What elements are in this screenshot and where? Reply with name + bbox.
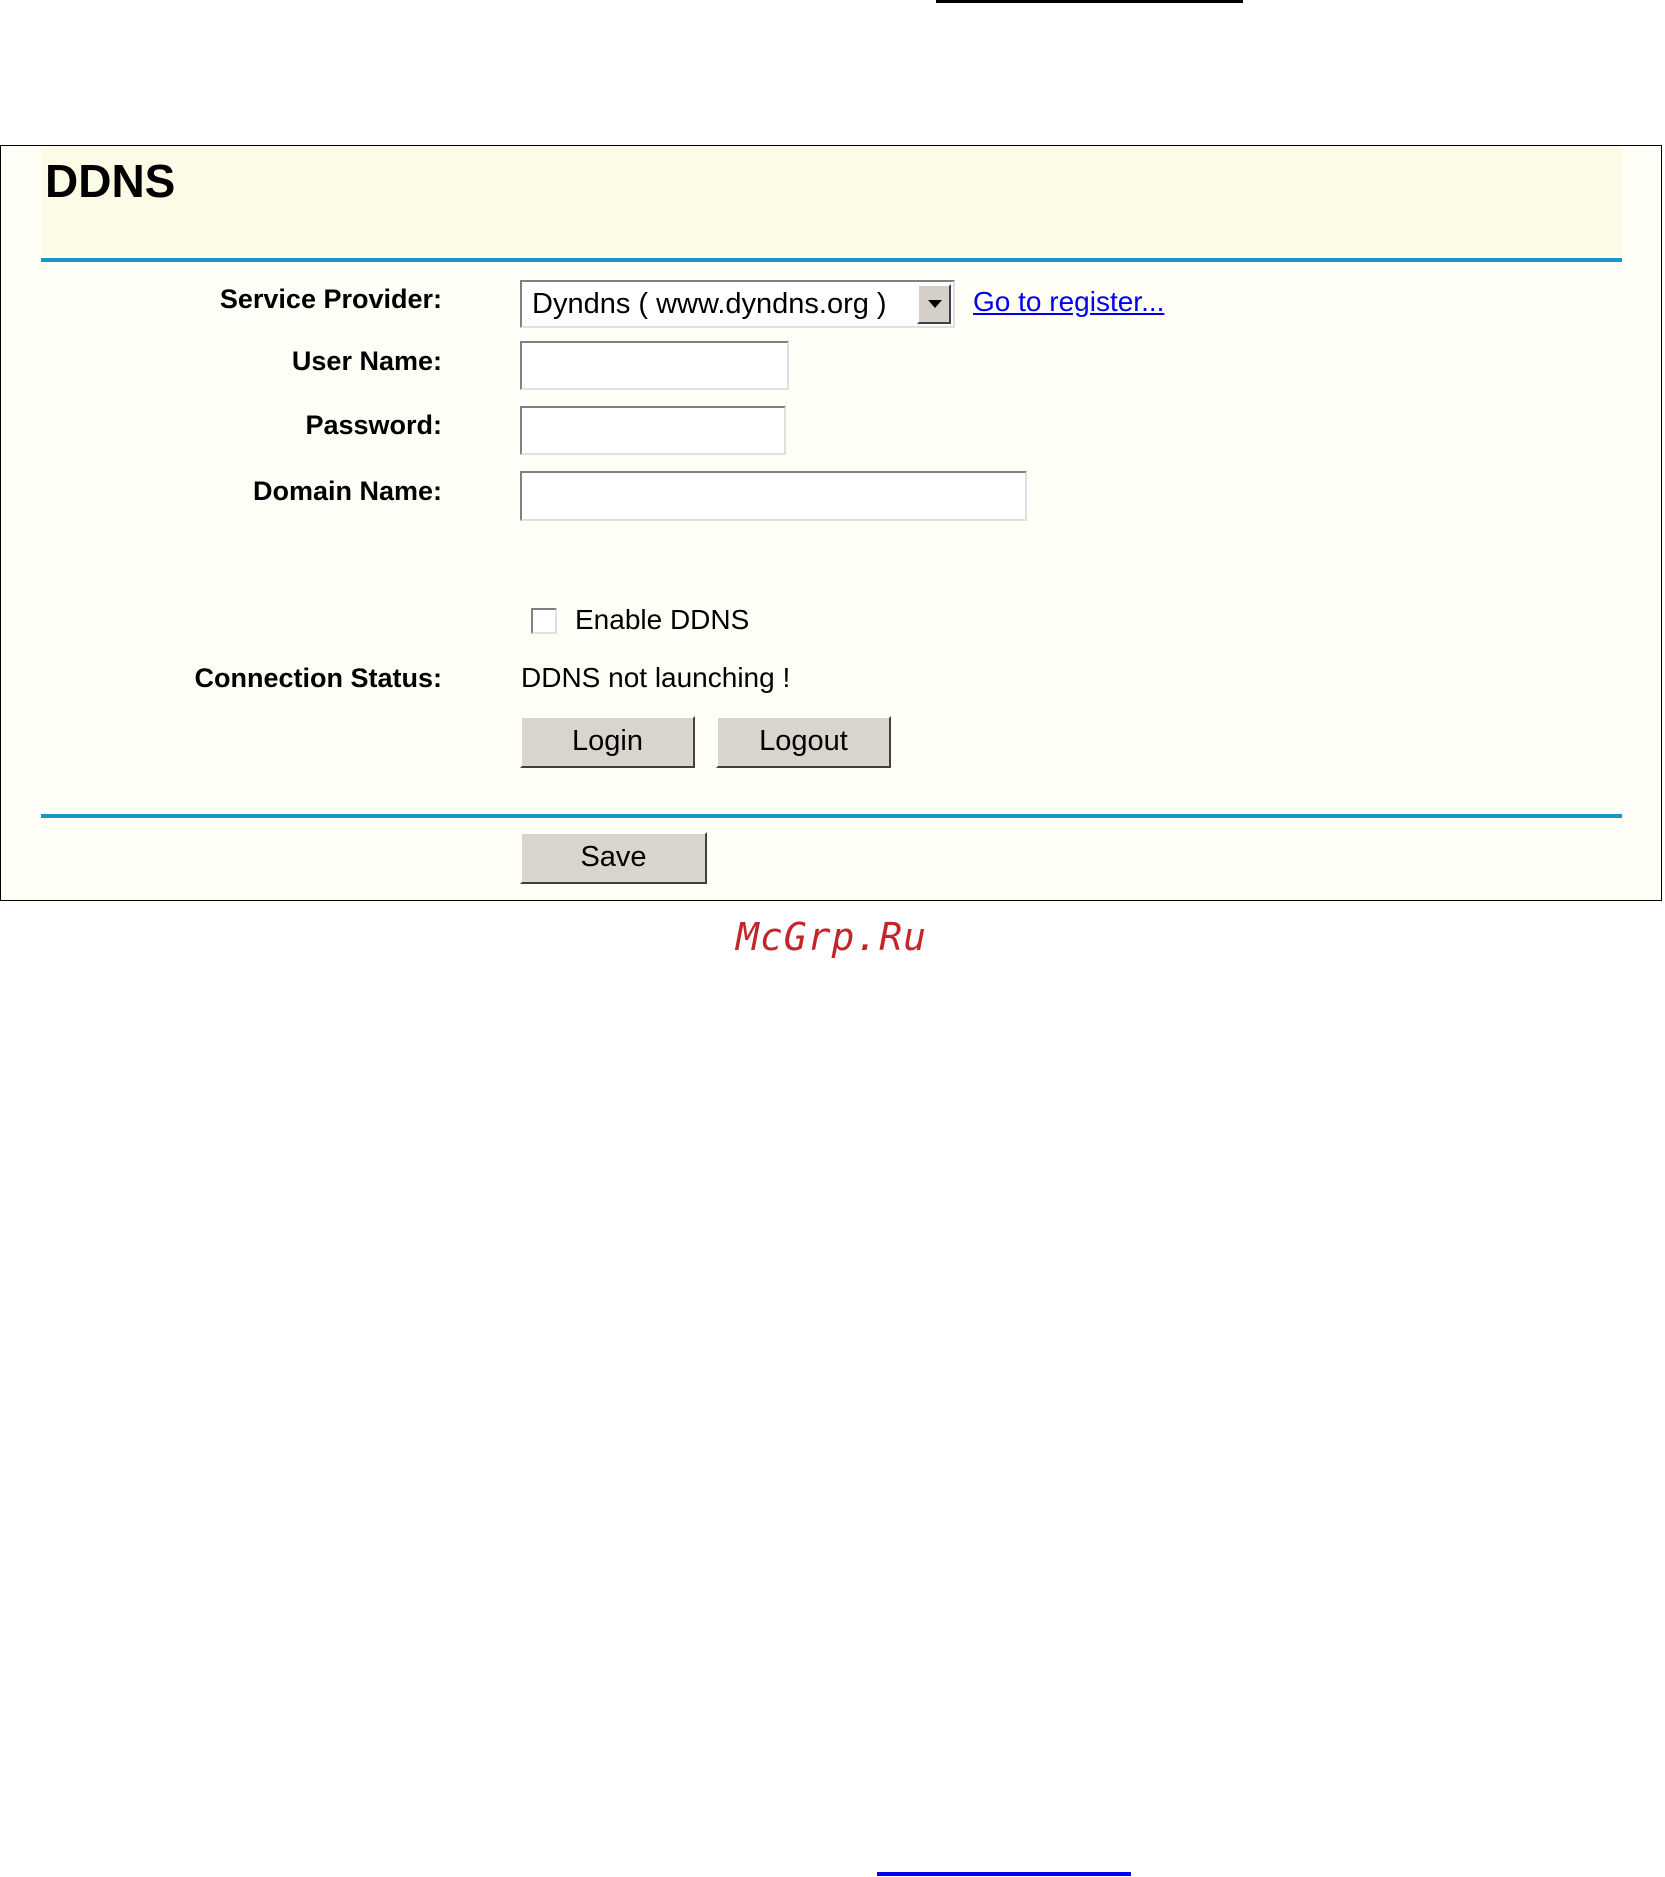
watermark-text: McGrp.Ru — [736, 915, 928, 959]
service-provider-label: Service Provider: — [219, 284, 442, 314]
logout-button-label: Logout — [759, 725, 848, 757]
title-strip — [41, 146, 1621, 256]
connection-status-value: DDNS not launching ! — [521, 662, 791, 693]
enable-ddns-label: Enable DDNS — [575, 604, 750, 635]
user-name-label: User Name: — [291, 346, 442, 376]
login-button-label: Login — [572, 725, 643, 757]
ddns-settings-panel: DDNS Service Provider: Dyndns ( www.dynd… — [0, 145, 1662, 901]
top-divider — [41, 258, 1622, 262]
enable-ddns-checkbox[interactable] — [531, 608, 557, 634]
bottom-divider — [41, 814, 1622, 818]
chevron-down-icon — [928, 300, 942, 308]
page-top-rule — [936, 0, 1243, 3]
go-to-register-link[interactable]: Go to register... — [973, 286, 1164, 318]
page-bottom-rule — [877, 1872, 1131, 1876]
service-provider-select[interactable]: Dyndns ( www.dyndns.org ) — [520, 280, 955, 328]
user-name-field[interactable] — [520, 341, 789, 390]
page-title: DDNS — [45, 155, 176, 207]
password-label: Password: — [305, 410, 442, 440]
domain-name-field[interactable] — [520, 471, 1027, 521]
save-button-label: Save — [580, 841, 647, 873]
logout-button[interactable]: Logout — [716, 716, 891, 768]
service-provider-selected-value: Dyndns ( www.dyndns.org ) — [532, 288, 887, 320]
login-button[interactable]: Login — [520, 716, 695, 768]
password-field[interactable] — [520, 406, 786, 455]
connection-status-label: Connection Status: — [194, 663, 443, 693]
dropdown-button[interactable] — [917, 284, 951, 324]
domain-name-label: Domain Name: — [252, 476, 442, 506]
save-button[interactable]: Save — [520, 832, 707, 884]
